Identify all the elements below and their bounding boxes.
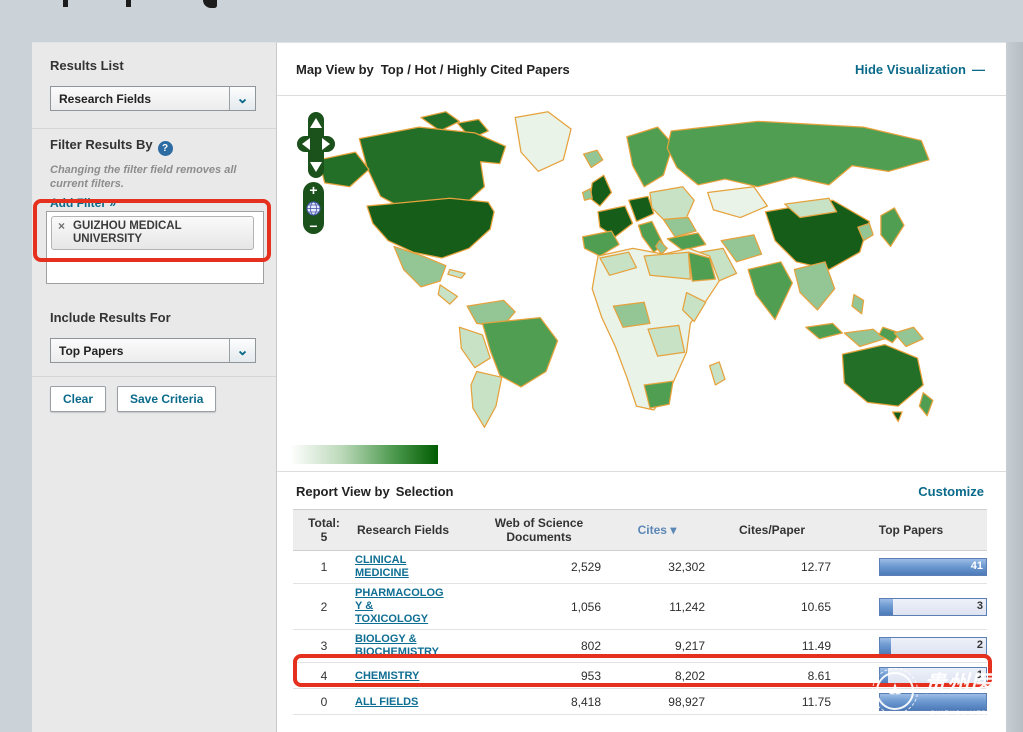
map-view-title: Map View byTop / Hot / Highly Cited Pape… [296, 62, 570, 77]
help-icon[interactable]: ? [158, 141, 173, 156]
report-view-header: Report View bySelection Customize [277, 471, 1006, 509]
top-papers-bar-fill [880, 599, 893, 615]
filter-results-heading: Filter Results By? [50, 137, 173, 156]
row-cites: 32,302 [605, 560, 709, 574]
research-field-link[interactable]: BIOLOGY & BIOCHEMISTRY [355, 633, 447, 659]
row-docs: 8,418 [473, 695, 605, 709]
row-cites-per-paper: 12.77 [709, 560, 835, 574]
top-papers-bar: 41 [879, 558, 987, 576]
filter-tag-label: GUIZHOU MEDICAL UNIVERSITY [73, 220, 181, 245]
save-criteria-button[interactable]: Save Criteria [117, 386, 216, 412]
row-docs: 953 [473, 669, 605, 683]
zoom-out-button[interactable]: − [309, 219, 317, 233]
clipped-page-title-fragment [63, 0, 68, 7]
column-header-cites-per-paper: Cites/Paper [709, 523, 835, 537]
top-papers-bar: 1 [879, 667, 987, 685]
chevron-down-icon[interactable]: ⌄ [229, 87, 255, 110]
row-rank: 4 [293, 669, 355, 683]
table-row: 0 ALL FIELDS 8,418 98,927 11.75 [293, 689, 987, 715]
table-row: 2 PHARMACOLOGY & TOXICOLOGY 1,056 11,242… [293, 584, 987, 630]
remove-filter-icon[interactable]: × [58, 220, 65, 233]
row-cites: 9,217 [605, 639, 709, 653]
top-papers-bar-fill [880, 638, 891, 654]
report-view-title: Report View bySelection [296, 484, 453, 499]
filter-note: Changing the filter field removes all cu… [50, 163, 255, 191]
world-map[interactable] [293, 104, 953, 436]
row-docs: 2,529 [473, 560, 605, 574]
sidebar-divider [32, 376, 276, 377]
top-papers-bar: 2 [879, 637, 987, 655]
row-cites-per-paper: 11.75 [709, 695, 835, 709]
research-field-link[interactable]: CLINICAL MEDICINE [355, 554, 447, 580]
page-right-gutter [1006, 42, 1023, 732]
column-header-total: Total: 5 [293, 516, 355, 544]
column-header-cites: Cites ▾ [605, 523, 709, 537]
customize-link[interactable]: Customize [918, 484, 984, 499]
research-field-link[interactable]: ALL FIELDS [355, 696, 447, 709]
row-rank: 2 [293, 600, 355, 614]
include-results-heading: Include Results For [50, 310, 171, 325]
chevron-down-icon[interactable]: ⌄ [229, 339, 255, 362]
row-rank: 0 [293, 695, 355, 709]
row-cites-per-paper: 8.61 [709, 669, 835, 683]
row-cites: 98,927 [605, 695, 709, 709]
sidebar-divider [32, 128, 276, 129]
sort-descending-icon: ▾ [670, 523, 676, 537]
table-body: 1 CLINICAL MEDICINE 2,529 32,302 12.77 4… [293, 551, 987, 715]
column-header-documents: Web of Science Documents [473, 516, 605, 544]
row-rank: 1 [293, 560, 355, 574]
include-results-dropdown[interactable]: Top Papers ⌄ [50, 338, 256, 363]
top-papers-bar: 3 [879, 598, 987, 616]
map-view-header: Map View byTop / Hot / Highly Cited Pape… [277, 43, 1006, 96]
include-results-dropdown-value: Top Papers [51, 344, 229, 358]
map-color-legend [290, 445, 438, 464]
column-header-research-fields: Research Fields [355, 523, 473, 537]
top-papers-bar [879, 693, 987, 711]
row-cites: 11,242 [605, 600, 709, 614]
map-area[interactable]: + − [277, 96, 1006, 471]
filter-tag[interactable]: × GUIZHOU MEDICAL UNIVERSITY [51, 216, 254, 250]
results-list-dropdown[interactable]: Research Fields ⌄ [50, 86, 256, 111]
map-pan-control[interactable] [297, 112, 335, 178]
research-field-link[interactable]: CHEMISTRY [355, 670, 447, 683]
top-papers-value: 41 [971, 560, 983, 572]
clipped-page-title-fragment [203, 0, 217, 8]
research-field-link[interactable]: PHARMACOLOGY & TOXICOLOGY [355, 587, 447, 626]
top-papers-value: 1 [977, 669, 983, 681]
results-list-heading: Results List [50, 58, 124, 73]
active-filters-box[interactable]: × GUIZHOU MEDICAL UNIVERSITY [46, 211, 264, 284]
table-header-row: Total: 5 Research Fields Web of Science … [293, 509, 987, 551]
table-row: 4 CHEMISTRY 953 8,202 8.61 1 [293, 663, 987, 689]
column-header-top-papers: Top Papers [835, 523, 987, 537]
top-papers-bar-fill [880, 668, 888, 684]
top-papers-value: 3 [977, 600, 983, 612]
row-cites-per-paper: 11.49 [709, 639, 835, 653]
main-panel: Map View byTop / Hot / Highly Cited Pape… [277, 42, 1006, 732]
table-row: 3 BIOLOGY & BIOCHEMISTRY 802 9,217 11.49… [293, 630, 987, 663]
row-cites-per-paper: 10.65 [709, 600, 835, 614]
row-docs: 1,056 [473, 600, 605, 614]
add-filter-link[interactable]: Add Filter » [50, 196, 116, 210]
top-papers-value: 2 [977, 639, 983, 651]
row-rank: 3 [293, 639, 355, 653]
top-papers-bar-fill [880, 694, 986, 710]
minus-icon: — [972, 62, 984, 77]
results-list-dropdown-value: Research Fields [51, 92, 229, 106]
globe-icon[interactable] [306, 201, 321, 216]
zoom-in-button[interactable]: + [309, 183, 317, 197]
hide-visualization-link[interactable]: Hide Visualization— [855, 62, 984, 77]
clipped-page-title-fragment [126, 0, 131, 7]
report-table: Total: 5 Research Fields Web of Science … [293, 509, 987, 715]
filters-sidebar: Results List Research Fields ⌄ Filter Re… [32, 42, 277, 732]
table-row: 1 CLINICAL MEDICINE 2,529 32,302 12.77 4… [293, 551, 987, 584]
row-cites: 8,202 [605, 669, 709, 683]
row-docs: 802 [473, 639, 605, 653]
clear-button[interactable]: Clear [50, 386, 106, 412]
map-zoom-control[interactable]: + − [303, 182, 324, 234]
